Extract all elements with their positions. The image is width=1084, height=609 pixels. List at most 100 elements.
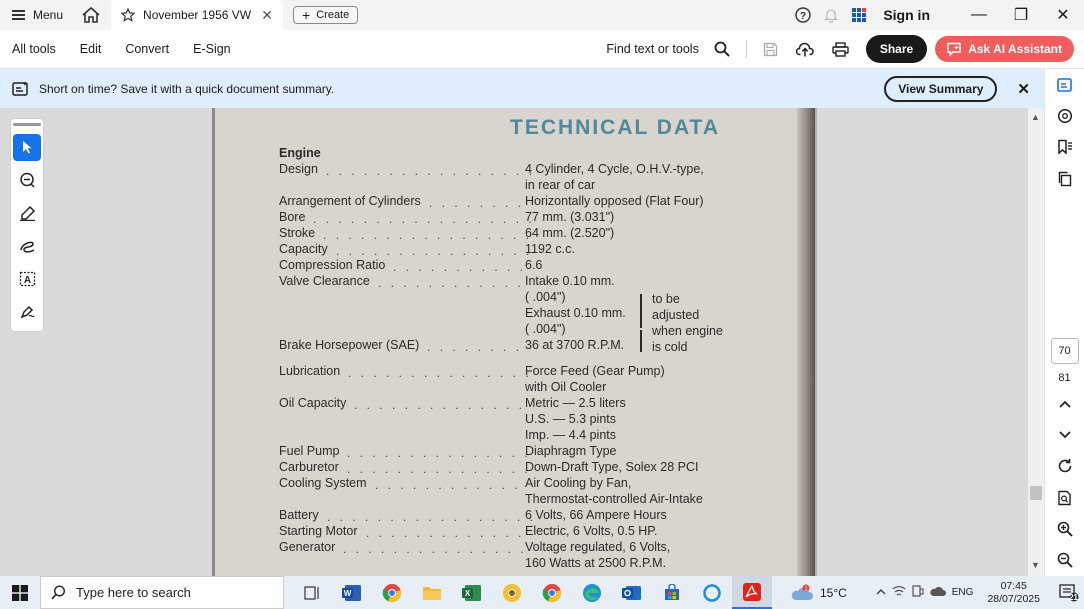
- menu-button[interactable]: Menu: [0, 0, 75, 30]
- vertical-scrollbar[interactable]: ▲ ▼: [1028, 108, 1044, 576]
- ai-assistant-icon: [947, 42, 961, 56]
- spec-value: 6 Volts, 66 Ampere Hours: [525, 508, 667, 522]
- svg-text:?: ?: [800, 11, 806, 22]
- svg-text:X: X: [465, 589, 471, 598]
- svg-text:A: A: [23, 275, 30, 286]
- spec-value: 77 mm. (3.031"): [525, 210, 615, 224]
- weather-widget[interactable]: 1 15°C: [790, 584, 847, 602]
- chrome-profile-icon[interactable]: [492, 576, 532, 609]
- spec-value: Horizontally opposed (Flat Four): [525, 194, 704, 208]
- spec-label: Design: [279, 162, 318, 176]
- comment-panel-icon[interactable]: [1045, 100, 1084, 131]
- current-page-field[interactable]: 70: [1050, 338, 1079, 364]
- sign-in-button[interactable]: Sign in: [883, 7, 930, 23]
- acrobat-app-icon[interactable]: [732, 576, 772, 609]
- notification-center-icon[interactable]: 21: [1054, 583, 1084, 602]
- view-summary-button[interactable]: View Summary: [884, 75, 998, 102]
- copy-pages-icon[interactable]: [1045, 163, 1084, 194]
- chrome-icon[interactable]: [372, 576, 412, 609]
- chrome-alt-icon[interactable]: [532, 576, 572, 609]
- page-edge-shadow: [797, 108, 815, 576]
- print-icon[interactable]: [823, 41, 858, 57]
- cortana-icon[interactable]: [692, 576, 732, 609]
- leader-dots: . . . . . . . .: [427, 340, 523, 354]
- page-heading: TECHNICAL DATA: [510, 116, 720, 139]
- ai-summary-panel-icon[interactable]: [1045, 69, 1084, 100]
- leader-dots: . . . . . . . . . . . . . . . . .: [323, 228, 533, 242]
- text-select-tool-button[interactable]: A: [13, 265, 41, 292]
- menu-e-sign[interactable]: E-Sign: [181, 42, 243, 56]
- menu-all-tools[interactable]: All tools: [0, 42, 68, 56]
- scroll-up-icon[interactable]: ▲: [1031, 112, 1040, 122]
- draw-tool-button[interactable]: [13, 232, 41, 259]
- help-icon[interactable]: ?: [789, 7, 817, 23]
- tray-chevron-icon[interactable]: [876, 587, 886, 598]
- search-icon[interactable]: [705, 41, 740, 57]
- adjust-note-line: adjusted: [652, 308, 700, 322]
- drag-handle[interactable]: [13, 123, 41, 126]
- adjust-note-line: to be: [652, 292, 680, 306]
- excel-app-icon[interactable]: X: [452, 576, 492, 609]
- spec-value: 160 Watts at 2500 R.P.M.: [525, 556, 667, 570]
- ask-ai-assistant-button[interactable]: Ask AI Assistant: [935, 36, 1074, 62]
- spec-value: U.S. — 5.3 pints: [525, 412, 617, 426]
- onedrive-cloud-icon[interactable]: [930, 586, 946, 600]
- banner-close-icon[interactable]: ✕: [1017, 80, 1030, 98]
- save-icon[interactable]: [753, 42, 788, 57]
- spec-label: Capacity: [279, 242, 328, 256]
- task-view-icon[interactable]: [292, 576, 332, 609]
- create-button[interactable]: + Create: [293, 6, 359, 24]
- spec-value: Force Feed (Gear Pump): [525, 364, 665, 378]
- minimize-icon[interactable]: —: [958, 6, 1000, 24]
- spec-label: Stroke: [279, 226, 316, 240]
- store-icon[interactable]: [652, 576, 692, 609]
- file-explorer-icon[interactable]: [412, 576, 452, 609]
- spec-value: 6.6: [525, 258, 543, 272]
- menu-edit[interactable]: Edit: [68, 42, 114, 56]
- zoom-out-icon[interactable]: [1045, 545, 1084, 576]
- wifi-icon[interactable]: [892, 585, 906, 600]
- scroll-down-icon[interactable]: ▼: [1031, 560, 1040, 570]
- select-tool-button[interactable]: [13, 133, 41, 161]
- highlight-tool-button[interactable]: [13, 200, 41, 227]
- home-icon[interactable]: [75, 7, 107, 23]
- comment-tool-button[interactable]: [13, 167, 41, 194]
- apps-grid-icon[interactable]: [845, 7, 873, 23]
- document-viewport[interactable]: TECHNICAL DATA Engine Design . . . . . .…: [212, 108, 817, 576]
- upload-cloud-icon[interactable]: [788, 42, 823, 57]
- bookmark-icon[interactable]: [1045, 132, 1084, 163]
- find-text-label[interactable]: Find text or tools: [606, 42, 698, 56]
- zoom-in-icon[interactable]: [1045, 513, 1084, 544]
- star-icon[interactable]: [121, 8, 136, 22]
- word-app-icon[interactable]: W: [332, 576, 372, 609]
- summary-banner: Short on time? Save it with a quick docu…: [0, 69, 1044, 108]
- pen-sign-icon: [20, 305, 34, 318]
- system-clock[interactable]: 07:45 28/07/2025: [987, 580, 1040, 606]
- adjust-note-line: is cold: [652, 340, 688, 354]
- edge-icon[interactable]: [572, 576, 612, 609]
- previous-page-icon[interactable]: [1045, 388, 1084, 419]
- refresh-icon[interactable]: [1045, 451, 1084, 482]
- next-page-icon[interactable]: [1045, 419, 1084, 450]
- bell-icon[interactable]: [817, 7, 845, 23]
- taskbar-search-box[interactable]: Type here to search: [40, 576, 284, 609]
- scroll-thumb[interactable]: [1030, 486, 1042, 500]
- restore-icon[interactable]: ❐: [1000, 5, 1042, 25]
- spec-value: Metric — 2.5 liters: [525, 396, 626, 410]
- sign-tool-button[interactable]: [13, 298, 41, 325]
- right-side-panel: 70 81: [1044, 69, 1084, 576]
- language-indicator[interactable]: ENG: [952, 587, 974, 598]
- menu-convert[interactable]: Convert: [113, 42, 181, 56]
- spec-value: in rear of car: [525, 178, 596, 192]
- leader-dots: . . . . . . . . . . . . . . .: [348, 366, 532, 380]
- page-zoom-icon[interactable]: [1045, 482, 1084, 513]
- share-button[interactable]: Share: [865, 35, 928, 63]
- outlook-icon[interactable]: [612, 576, 652, 609]
- close-window-icon[interactable]: ✕: [1042, 5, 1084, 25]
- document-tab[interactable]: November 1956 VW O... ✕: [111, 0, 284, 30]
- tab-close-icon[interactable]: ✕: [261, 7, 273, 24]
- spec-value: 64 mm. (2.520"): [525, 226, 615, 240]
- spec-value: Voltage regulated, 6 Volts,: [525, 540, 671, 554]
- windows-start-icon[interactable]: [0, 584, 40, 601]
- device-icon[interactable]: [912, 585, 924, 600]
